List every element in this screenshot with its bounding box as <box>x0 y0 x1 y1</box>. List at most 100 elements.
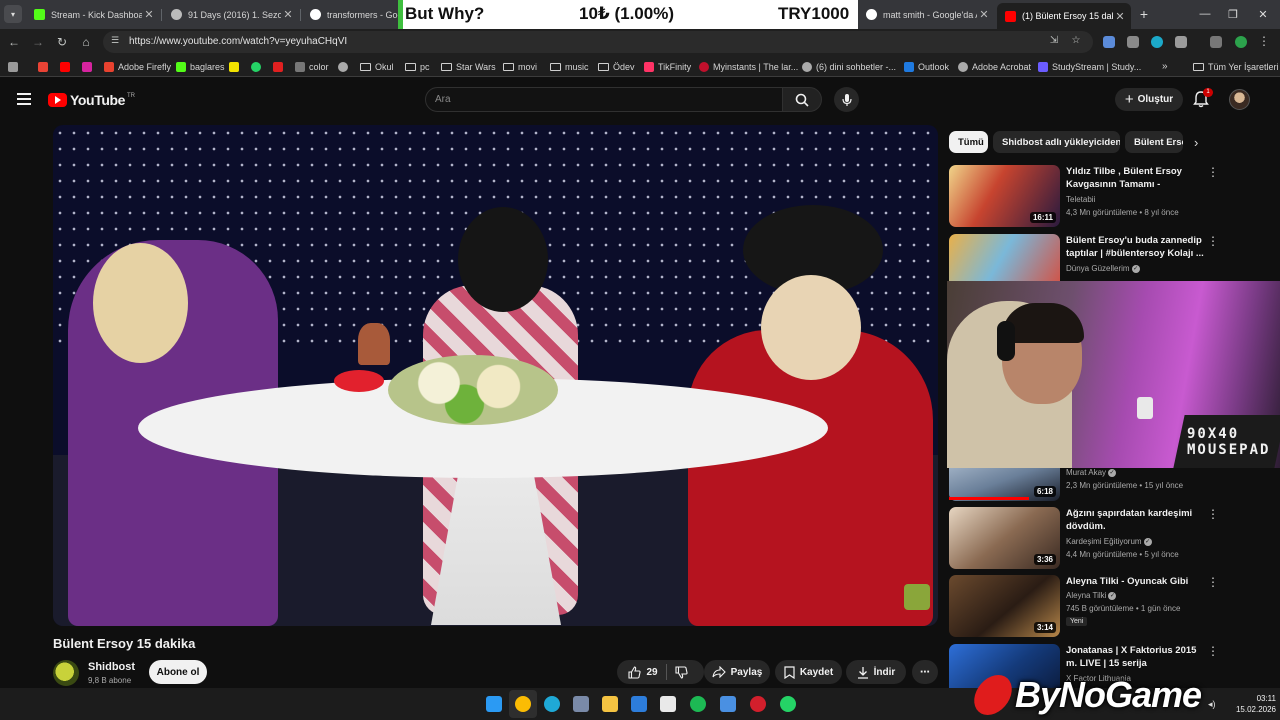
more-vertical-icon[interactable]: ⋮ <box>1207 234 1219 248</box>
close-tab-icon[interactable]: ✕ <box>1113 10 1127 23</box>
bookmark-youtube[interactable] <box>60 60 74 73</box>
taskbar-app-icon[interactable] <box>631 696 647 712</box>
forward-button[interactable]: → <box>29 33 47 51</box>
windows-start-icon[interactable] <box>486 696 502 712</box>
browser-tab-91days[interactable]: 91 Days (2016) 1. Sezon ✕ <box>163 4 299 25</box>
browser-tab-transformers[interactable]: transformers - Googl <box>302 4 398 25</box>
site-info-icon[interactable]: ☰ <box>111 35 123 47</box>
browser-menu-icon[interactable]: ⋮ <box>1258 34 1270 48</box>
thumbs-down-icon[interactable] <box>675 665 688 679</box>
subscribe-button[interactable]: Abone ol <box>149 660 207 684</box>
video-thumbnail[interactable] <box>949 234 1060 281</box>
hamburger-menu-icon[interactable] <box>17 93 31 105</box>
extensions-puzzle-icon[interactable] <box>1175 36 1187 48</box>
back-button[interactable]: ← <box>5 33 23 51</box>
close-tab-icon[interactable]: ✕ <box>142 8 156 21</box>
translate-extension-icon[interactable] <box>1103 36 1115 48</box>
store-icon[interactable] <box>573 696 589 712</box>
new-tab-button[interactable]: + <box>1135 5 1153 23</box>
browser-tab-kick[interactable]: Stream - Kick Dashboard ✕ <box>26 4 160 25</box>
bookmark-adobe-acrobat[interactable]: Adobe Acrobat <box>958 60 1031 73</box>
more-actions-button[interactable]: ⋯ <box>912 660 938 684</box>
close-tab-icon[interactable]: ✕ <box>281 8 295 21</box>
browser-tab-youtube-active[interactable]: (1) Bülent Ersoy 15 dakika ✕ <box>997 3 1131 29</box>
bookmark-sticky[interactable] <box>229 60 243 73</box>
all-bookmarks-folder[interactable]: Tüm Yer İşaretleri <box>1193 60 1279 73</box>
chip-all[interactable]: Tümü <box>949 131 988 153</box>
create-button[interactable]: + Oluştur <box>1115 88 1183 111</box>
home-button[interactable]: ⌂ <box>77 33 95 51</box>
bookmark-tikfinity[interactable]: TikFinity <box>644 60 691 73</box>
apps-grid-icon[interactable] <box>8 60 22 73</box>
chip-from-uploader[interactable]: Shidbost adlı yükleyiciden <box>993 131 1120 153</box>
system-clock[interactable]: 03:11 15.02.2026 <box>1228 693 1276 715</box>
photos-icon[interactable] <box>720 696 736 712</box>
edge-icon[interactable] <box>544 696 560 712</box>
video-thumbnail[interactable]: 3:36 <box>949 507 1060 569</box>
chip-bulent-ersoy[interactable]: Bülent Ersoy <box>1125 131 1183 153</box>
reload-button[interactable]: ↻ <box>53 33 71 51</box>
more-vertical-icon[interactable]: ⋮ <box>1207 165 1219 179</box>
youtube-logo[interactable]: YouTube TR <box>48 92 135 108</box>
bookmark-adobe-firefly[interactable]: Adobe Firefly <box>104 60 171 73</box>
bookmark-folder-movi[interactable]: movi <box>503 60 537 73</box>
bookmark-whatsapp[interactable] <box>251 60 265 73</box>
install-app-icon[interactable]: ⇲ <box>1047 35 1061 49</box>
search-button[interactable] <box>782 87 822 112</box>
whatsapp-icon[interactable] <box>780 696 796 712</box>
bookmark-adobe[interactable] <box>273 60 287 73</box>
close-window-button[interactable]: ✕ <box>1250 5 1276 23</box>
channel-watermark-icon[interactable] <box>904 584 930 610</box>
download-button[interactable]: İndir <box>846 660 906 684</box>
capcut-icon[interactable] <box>660 696 676 712</box>
browser-tab-matt-smith[interactable]: matt smith - Google'da A ✕ <box>858 4 995 25</box>
video-thumbnail[interactable]: 3:14 <box>949 575 1060 637</box>
save-button[interactable]: Kaydet <box>775 660 842 684</box>
bookmark-star-icon[interactable]: ☆ <box>1069 35 1083 49</box>
like-button[interactable]: 29 <box>628 665 658 679</box>
share-button[interactable]: Paylaş <box>704 660 770 684</box>
notifications-button[interactable]: 1 <box>1193 88 1213 108</box>
address-bar[interactable]: ☰ https://www.youtube.com/watch?v=yeyuha… <box>103 31 1093 53</box>
bookmark-color[interactable]: color <box>295 60 329 73</box>
bookmark-folder-okul[interactable]: Okul <box>360 60 394 73</box>
account-avatar[interactable] <box>1229 89 1250 110</box>
bookmark-folder-odev[interactable]: Ödev <box>598 60 635 73</box>
video-thumbnail[interactable]: 16:11 <box>949 165 1060 227</box>
valorant-icon[interactable] <box>750 696 766 712</box>
bookmark-gmail[interactable] <box>38 60 52 73</box>
list-item[interactable]: Bülent Ersoy'u buda zannedip taptılar | … <box>949 234 1229 281</box>
vpn-extension-icon[interactable] <box>1151 36 1163 48</box>
bookmark-folder-music[interactable]: music <box>550 60 589 73</box>
more-vertical-icon[interactable]: ⋮ <box>1207 507 1219 521</box>
speaker-icon[interactable]: ◂) <box>1208 699 1216 710</box>
spotify-icon[interactable] <box>690 696 706 712</box>
more-vertical-icon[interactable]: ⋮ <box>1207 644 1219 658</box>
bookmark-globe[interactable] <box>338 60 352 73</box>
maximize-button[interactable]: ❐ <box>1220 5 1246 23</box>
bookmark-baglares[interactable]: baglares <box>176 60 225 73</box>
minimize-button[interactable]: — <box>1192 5 1218 23</box>
chrome-icon[interactable] <box>515 696 531 712</box>
profile-avatar[interactable] <box>1235 36 1247 48</box>
video-player[interactable] <box>53 125 938 626</box>
bookmark-outlook[interactable]: Outlook <box>904 60 949 73</box>
voice-search-button[interactable] <box>834 87 859 112</box>
file-explorer-icon[interactable] <box>602 696 618 712</box>
bookmark-myinstants[interactable]: Myinstants | The lar... <box>699 60 798 73</box>
bookmark-instagram[interactable] <box>82 60 96 73</box>
close-tab-icon[interactable]: ✕ <box>977 8 991 21</box>
channel-name[interactable]: Shidbost <box>88 661 135 673</box>
media-control-icon[interactable] <box>1210 36 1222 48</box>
tab-search-button[interactable]: ▾ <box>4 5 22 23</box>
channel-avatar[interactable] <box>53 660 79 686</box>
chevron-right-icon[interactable]: › <box>1194 135 1198 150</box>
more-vertical-icon[interactable]: ⋮ <box>1207 575 1219 589</box>
extension-icon[interactable] <box>1127 36 1139 48</box>
bookmark-folder-pc[interactable]: pc <box>405 60 430 73</box>
list-item[interactable]: 16:11 Yıldız Tilbe , Bülent Ersoy Kavgas… <box>949 165 1229 229</box>
list-item[interactable]: 3:36 Ağzını şapırdatan kardeşimi dövdüm.… <box>949 507 1229 569</box>
bookmark-folder-star-wars[interactable]: Star Wars <box>441 60 496 73</box>
bookmark-dini-sohbetler[interactable]: (6) dini sohbetler -... <box>802 60 896 73</box>
bookmark-studystream[interactable]: StudyStream | Study... <box>1038 60 1141 73</box>
